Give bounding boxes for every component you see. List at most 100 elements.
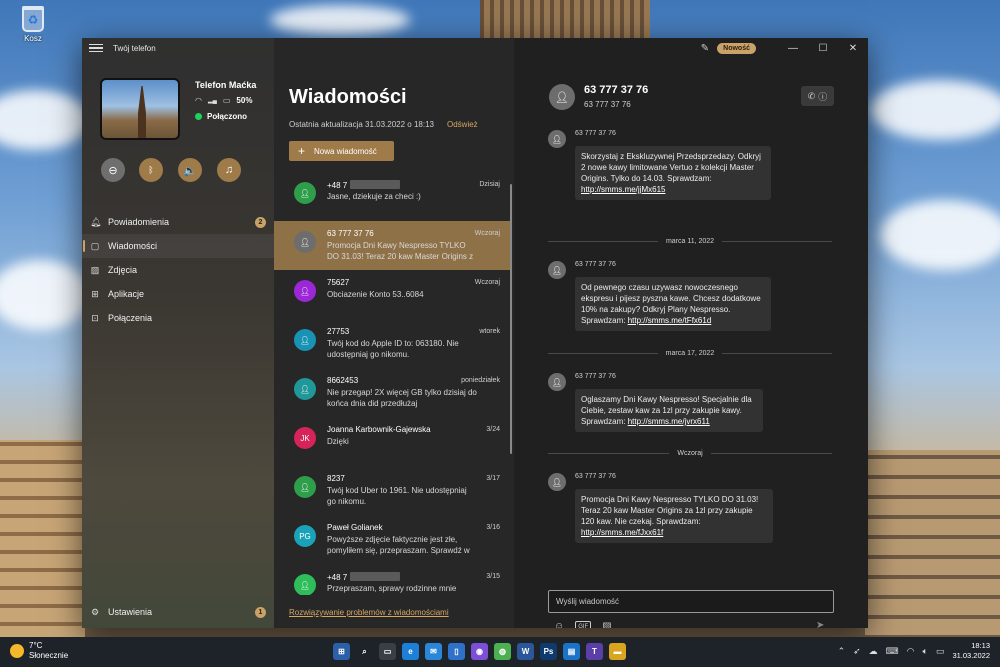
sidebar-item-messages[interactable]: ▢ Wiadomości xyxy=(82,234,274,258)
chrome-icon[interactable]: ◍ xyxy=(494,643,511,660)
recycle-bin[interactable]: ♻ Kosz xyxy=(18,6,48,43)
volume-icon[interactable]: 🔈︎ xyxy=(923,646,928,657)
thread-date: 3/16 xyxy=(486,524,500,531)
wifi-icon[interactable]: ◠ xyxy=(907,646,915,657)
sidebar-item-notifications[interactable]: 🔔︎ Powiadomienia 2 xyxy=(82,210,274,234)
sender-avatar: 👤︎ xyxy=(548,473,566,491)
thread-name: Paweł Golianek xyxy=(327,523,383,532)
messenger-icon[interactable]: ◉ xyxy=(471,643,488,660)
device-name: Telefon Maćka xyxy=(195,80,257,90)
onedrive-icon[interactable]: ☁ xyxy=(869,646,878,657)
chevron-up-icon[interactable]: ⌃ xyxy=(838,646,846,657)
person-icon: 👤︎ xyxy=(299,482,311,492)
left-pane: Telefon Maćka ◠ ▂▄ ▭ 50% Połączono ⊖ ᛒ 🔈… xyxy=(82,38,274,628)
message-link[interactable]: http://smms.me/jjMx615 xyxy=(581,185,665,194)
device-stats: ◠ ▂▄ ▭ 50% xyxy=(195,96,252,105)
thread-item[interactable]: 👤︎ 27753 wtorek Twój kod do Apple ID to: 06… xyxy=(274,319,512,368)
thread-item[interactable]: 👤︎ 63 777 37 76 Wczoraj Promocja Dni Kawy N… xyxy=(274,221,512,270)
thread-name: 8237 xyxy=(327,474,345,483)
menu-icon[interactable] xyxy=(89,43,103,53)
sidebar-item-label: Zdjęcia xyxy=(108,265,138,275)
maximize-button[interactable]: ☐ xyxy=(808,38,838,58)
call-button[interactable]: ✆ ⓘ xyxy=(801,86,834,106)
pen-icon[interactable]: ✎ xyxy=(701,43,709,54)
contact-avatar: PG xyxy=(294,525,316,547)
your-phone-icon[interactable]: ▯ xyxy=(448,643,465,660)
thread-item[interactable]: PG Paweł Golianek 3/16 Powyższe zdjęcie fak… xyxy=(274,515,512,564)
clock[interactable]: 18:13 31.03.2022 xyxy=(952,641,990,661)
message-bubble: Od pewnego czasu uzywasz nowoczesnego ek… xyxy=(575,277,771,331)
sidebar-item-calls[interactable]: ⊡ Połączenia xyxy=(82,306,274,330)
message-link[interactable]: http://smms.me/jvrx611 xyxy=(628,417,710,426)
battery-icon[interactable]: ▭ xyxy=(936,646,945,657)
sender-avatar: 👤︎ xyxy=(548,261,566,279)
task-view-icon[interactable]: ▭ xyxy=(379,643,396,660)
edge-icon[interactable]: e xyxy=(402,643,419,660)
send-icon[interactable]: ➤ xyxy=(816,620,824,628)
plus-icon: + xyxy=(298,144,306,158)
buildings-right xyxy=(865,450,1000,635)
music-button[interactable]: ♫ xyxy=(217,158,241,182)
gif-icon[interactable]: GIF xyxy=(575,621,592,628)
minimize-button[interactable]: — xyxy=(778,38,808,58)
date-divider: marca 11, 2022 xyxy=(548,236,832,246)
telegram-icon[interactable]: ➶ xyxy=(853,646,861,657)
compose-tools: ☺ GIF ▨ xyxy=(554,621,612,628)
thread-item[interactable]: 👤︎ 8237 3/17 Twój kod Uber to 1961. Nie udo… xyxy=(274,466,512,515)
battery-level: 50% xyxy=(236,96,253,105)
eiffel-tower-top xyxy=(480,0,650,40)
message-input[interactable] xyxy=(548,590,834,613)
thread-item[interactable]: 👤︎ +48 7 3/15 Przepraszam, sprawy rodzinne … xyxy=(274,564,512,595)
thread-item[interactable]: JK Joanna Karbownik-Gajewska 3/24 Dzięki xyxy=(274,417,512,466)
sidebar-item-label: Wiadomości xyxy=(108,241,158,251)
thread-date: poniedziałek xyxy=(461,377,500,384)
sidebar-item-photos[interactable]: ▨ Zdjęcia xyxy=(82,258,274,282)
word-icon[interactable]: W xyxy=(517,643,534,660)
thread-date: 3/24 xyxy=(486,426,500,433)
notifications-count-badge: 2 xyxy=(255,216,266,228)
emoji-icon[interactable]: ☺ xyxy=(554,621,564,628)
troubleshoot-link[interactable]: Rozwiązywanie problemów z wiadomościami xyxy=(289,608,449,617)
settings-count-badge: 1 xyxy=(255,606,266,618)
message-text: Skorzystaj z Ekskluzywnej Przedsprzedazy… xyxy=(581,152,761,183)
contact-avatar: 👤︎ xyxy=(294,280,316,302)
image-icon[interactable]: ▨ xyxy=(602,621,611,628)
message-sender: 63 777 37 76 xyxy=(575,373,616,380)
phone-wallpaper-thumbnail xyxy=(100,78,180,140)
trello-icon[interactable]: ▤ xyxy=(563,643,580,660)
start-button-icon[interactable]: ⊞ xyxy=(333,643,350,660)
sidebar-item-apps[interactable]: ⊞ Aplikacje xyxy=(82,282,274,306)
search-icon[interactable]: ⌕ xyxy=(356,643,373,660)
thread-list-scrollbar[interactable] xyxy=(510,184,512,454)
photoshop-icon[interactable]: Ps xyxy=(540,643,557,660)
new-message-button[interactable]: + Nowa wiadomość xyxy=(289,141,394,161)
weather-widget[interactable]: 7°C Słonecznie xyxy=(10,641,68,661)
person-icon: 👤︎ xyxy=(299,580,311,590)
keyboard-icon[interactable]: ⌨ xyxy=(886,646,899,657)
close-button[interactable]: ✕ xyxy=(838,38,868,58)
sound-button[interactable]: 🔈 xyxy=(178,158,202,182)
thread-item[interactable]: 👤︎ 75627 Wczoraj Obciazenie Konto 53..6084 xyxy=(274,270,512,319)
sidebar-item-settings[interactable]: ⚙ Ustawienia 1 xyxy=(82,602,274,622)
thread-date: Dzisiaj xyxy=(479,181,500,188)
contact-avatar: 👤︎ xyxy=(549,84,575,110)
mail-icon[interactable]: ✉ xyxy=(425,643,442,660)
contact-avatar: 👤︎ xyxy=(294,182,316,204)
cloud xyxy=(0,260,90,330)
new-features-badge[interactable]: Nowość xyxy=(717,42,756,54)
thread-item[interactable]: 👤︎ +48 7 Dzisiaj Jasne, dziekuje za checi :… xyxy=(274,172,512,221)
message-link[interactable]: http://smms.me/tFfx61d xyxy=(628,316,712,325)
do-not-disturb-button[interactable]: ⊖ xyxy=(101,158,125,182)
thread-name: 63 777 37 76 xyxy=(327,229,374,238)
date-divider-label: marca 17, 2022 xyxy=(665,349,715,357)
teams-icon[interactable]: T xyxy=(586,643,603,660)
thread-preview: Jasne, dziekuje za checi :) xyxy=(327,192,421,201)
phone-icon: ✆ xyxy=(807,90,816,101)
music-note-icon: ♫ xyxy=(224,164,234,176)
thread-item[interactable]: 👤︎ 8662453 poniedziałek Nie przegap! 2X wię… xyxy=(274,368,512,417)
file-explorer-icon[interactable]: ▬ xyxy=(609,643,626,660)
refresh-link[interactable]: Odśwież xyxy=(447,120,478,129)
message-link[interactable]: http://smms.me/fJxx61f xyxy=(581,528,663,537)
bluetooth-button[interactable]: ᛒ xyxy=(139,158,163,182)
connection-status-label: Połączono xyxy=(207,112,248,121)
